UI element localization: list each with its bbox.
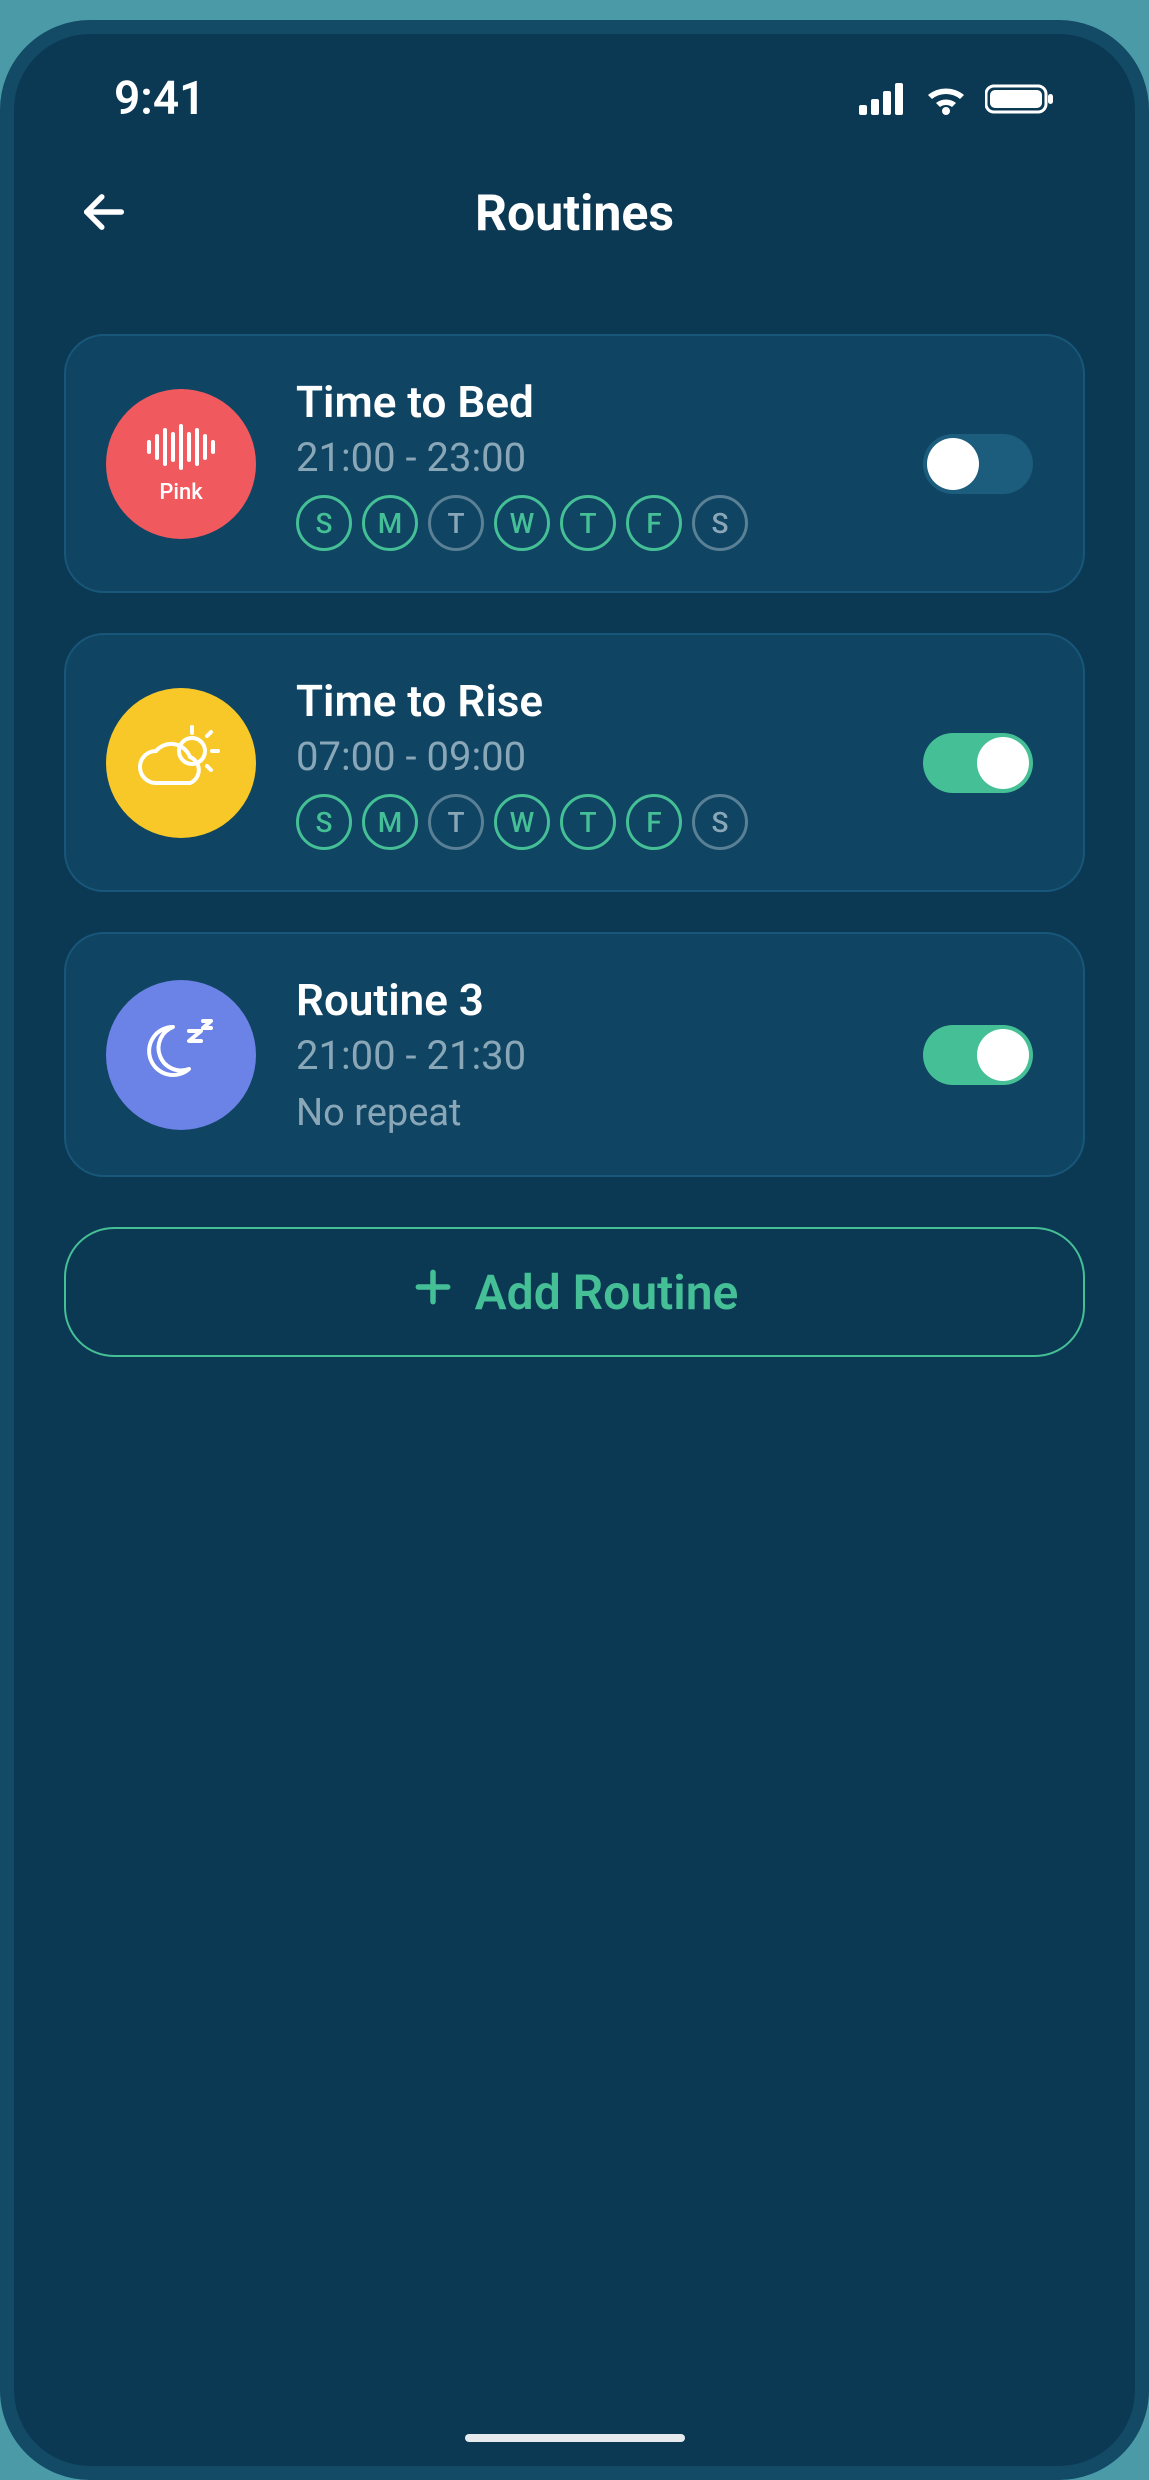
day-toggle[interactable]: M xyxy=(362,495,418,551)
routine-card[interactable]: Time to Rise07:00 - 09:00SMTWTFS xyxy=(64,633,1085,892)
routine-title: Routine 3 xyxy=(296,974,883,1026)
day-toggle[interactable]: S xyxy=(692,794,748,850)
day-toggle[interactable]: W xyxy=(494,495,550,551)
battery-icon xyxy=(985,83,1055,115)
day-toggle[interactable]: T xyxy=(428,794,484,850)
routine-avatar: Pink xyxy=(106,389,256,539)
phone-frame: 9:41 Routines Pink Time to Bed 21:00 - 23:… xyxy=(0,20,1149,2480)
day-selector: SMTWTFS xyxy=(296,495,883,551)
day-toggle[interactable]: M xyxy=(362,794,418,850)
day-toggle[interactable]: S xyxy=(296,495,352,551)
routine-card[interactable]: Routine 3 21:00 - 21:30 No repeat xyxy=(64,932,1085,1177)
routine-repeat-text: No repeat xyxy=(296,1091,883,1135)
day-toggle[interactable]: S xyxy=(692,495,748,551)
routine-info: Routine 3 21:00 - 21:30 No repeat xyxy=(296,974,883,1135)
routine-time: 21:00 - 21:30 xyxy=(296,1032,883,1079)
day-selector: SMTWTFS xyxy=(296,794,883,850)
cellular-signal-icon xyxy=(859,83,907,115)
plus-icon xyxy=(411,1264,455,1321)
routine-info: Time to Rise07:00 - 09:00SMTWTFS xyxy=(296,675,883,850)
day-toggle[interactable]: W xyxy=(494,794,550,850)
app-header: Routines xyxy=(64,164,1085,264)
day-toggle[interactable]: T xyxy=(560,794,616,850)
home-indicator xyxy=(465,2434,685,2442)
routine-avatar xyxy=(106,980,256,1130)
status-bar: 9:41 xyxy=(64,34,1085,154)
toggle-knob xyxy=(927,438,979,490)
day-toggle[interactable]: F xyxy=(626,495,682,551)
avatar-label: Pink xyxy=(159,480,202,505)
page-title: Routines xyxy=(475,185,674,243)
routine-info: Time to Bed21:00 - 23:00SMTWTFS xyxy=(296,376,883,551)
sun-cloud-icon xyxy=(136,721,226,805)
back-button[interactable] xyxy=(74,184,134,244)
routine-card[interactable]: PinkTime to Bed21:00 - 23:00SMTWTFS xyxy=(64,334,1085,593)
routine-title: Time to Rise xyxy=(296,675,883,727)
day-toggle[interactable]: T xyxy=(428,495,484,551)
routine-toggle[interactable] xyxy=(923,434,1033,494)
routine-title: Time to Bed xyxy=(296,376,883,428)
day-toggle[interactable]: F xyxy=(626,794,682,850)
toggle-knob xyxy=(977,737,1029,789)
day-toggle[interactable]: T xyxy=(560,495,616,551)
sound-wave-icon xyxy=(141,422,221,476)
moon-sleep-icon xyxy=(141,1013,221,1097)
routine-list: PinkTime to Bed21:00 - 23:00SMTWTFSTime … xyxy=(64,334,1085,1177)
add-routine-button[interactable]: Add Routine xyxy=(64,1227,1085,1357)
routine-avatar xyxy=(106,688,256,838)
routine-toggle[interactable] xyxy=(923,733,1033,793)
add-routine-label: Add Routine xyxy=(475,1264,739,1321)
arrow-left-icon xyxy=(78,186,130,242)
status-icons xyxy=(859,83,1055,115)
routine-time: 21:00 - 23:00 xyxy=(296,434,883,481)
routine-toggle[interactable] xyxy=(923,1025,1033,1085)
routine-time: 07:00 - 09:00 xyxy=(296,733,883,780)
day-toggle[interactable]: S xyxy=(296,794,352,850)
wifi-icon xyxy=(923,83,969,115)
status-time: 9:41 xyxy=(114,72,205,126)
toggle-knob xyxy=(977,1029,1029,1081)
